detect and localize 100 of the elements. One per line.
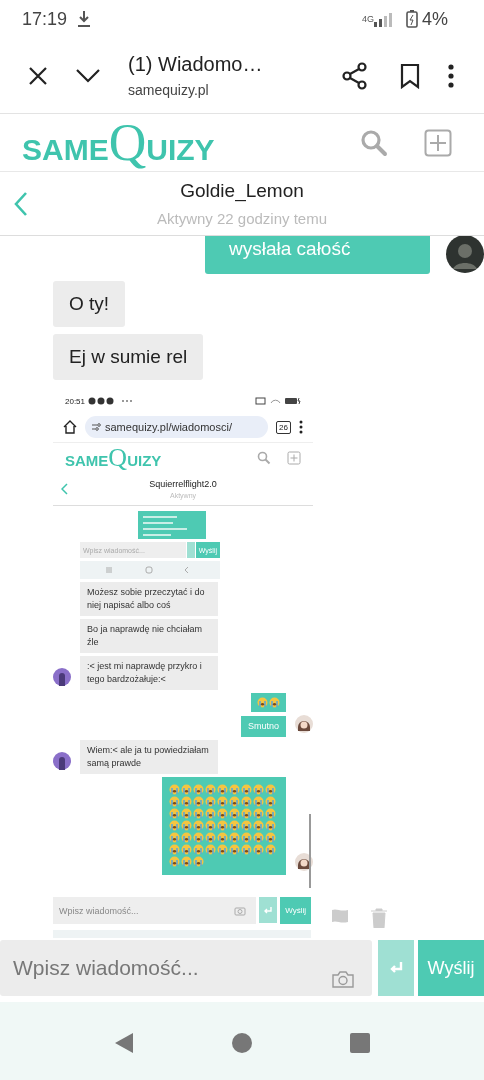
trash-icon[interactable] (370, 908, 388, 928)
crying-face-icon (229, 844, 240, 855)
crying-face-icon (205, 832, 216, 843)
more-icon (299, 420, 303, 434)
crying-face-icon (253, 784, 264, 795)
crying-face-icon (229, 820, 240, 831)
crying-face-icon (205, 808, 216, 819)
home-icon[interactable] (232, 1033, 252, 1053)
avatar-icon (53, 668, 71, 686)
crying-face-icon (241, 808, 252, 819)
camera-icon[interactable] (332, 970, 354, 988)
crying-face-icon (193, 856, 204, 867)
crying-face-icon (181, 856, 192, 867)
crying-face-icon (241, 784, 252, 795)
message-bubble: Smutno (240, 716, 286, 737)
crying-face-icon (229, 784, 240, 795)
back-icon[interactable] (14, 191, 28, 217)
crying-face-icon (193, 820, 204, 831)
message-field[interactable]: Wpisz wiadomość... (0, 940, 372, 996)
crying-face-icon (181, 820, 192, 831)
crying-face-icon (169, 796, 180, 807)
crying-face-icon (193, 796, 204, 807)
crying-face-icon (253, 796, 264, 807)
crying-face-icon (217, 808, 228, 819)
crying-face-icon (169, 844, 180, 855)
enter-icon (389, 962, 403, 974)
contact-name: Squierrelflight2.0 (149, 479, 217, 489)
message-bubble: Bo ja naprawdę nie chciałam źle (80, 619, 218, 653)
crying-face-icon (253, 844, 264, 855)
url-text: samequizy.pl/wiadomosci/ (105, 421, 232, 433)
chevron-down-icon[interactable] (76, 68, 100, 83)
message-bubble: O ty! (53, 281, 126, 327)
crying-face-icon (265, 808, 276, 819)
avatar-icon (446, 236, 484, 273)
crying-face-icon (169, 832, 180, 843)
search-icon (257, 451, 271, 465)
crying-face-icon (229, 832, 240, 843)
search-icon[interactable] (360, 128, 388, 157)
send-button[interactable]: Wyślij (418, 940, 484, 996)
crying-face-icon (217, 844, 228, 855)
status-time: 17:19 (22, 8, 68, 30)
crying-face-icon (253, 808, 264, 819)
crying-face-icon (257, 697, 268, 708)
enter-button[interactable] (378, 940, 414, 996)
crying-face-icon (265, 784, 276, 795)
crying-face-icon (193, 808, 204, 819)
site-settings-icon (91, 423, 101, 431)
message-bubble: Wiem:< ale ja tu powiedziałam samą prawde (80, 740, 218, 774)
camera-icon (234, 905, 247, 916)
crying-face-icon (205, 784, 216, 795)
crying-face-icon (181, 844, 192, 855)
crying-face-icon (205, 820, 216, 831)
crying-face-icon (229, 808, 240, 819)
crying-face-icon (241, 844, 252, 855)
more-icon (121, 399, 134, 403)
message-field: Wpisz wiadomość... (53, 897, 257, 924)
crying-face-icon (193, 832, 204, 843)
avatar-icon (295, 715, 313, 733)
recents-icon[interactable] (350, 1033, 370, 1053)
blurred-message-drawing (138, 511, 206, 539)
status-icons (255, 397, 301, 405)
add-icon[interactable] (424, 128, 452, 157)
crying-face-icon (181, 808, 192, 819)
back-icon[interactable] (114, 1032, 134, 1054)
download-icon (77, 10, 92, 28)
close-icon[interactable] (28, 65, 48, 86)
message-bubble: Możesz sobie przeczytać i do niej napisać albo coś (80, 582, 218, 616)
crying-face-icon (241, 796, 252, 807)
status-time: 20:51 (65, 396, 86, 406)
battery-level: 4% (422, 8, 448, 30)
crying-face-icon (241, 832, 252, 843)
enter-key-icon (259, 897, 278, 923)
crying-face-icon (193, 784, 204, 795)
network-label: 4G (361, 14, 374, 24)
crying-face-icon (269, 697, 280, 708)
crying-face-icon (169, 856, 180, 867)
crying-face-icon (241, 820, 252, 831)
message-bubble: :< jest mi naprawdę przykro i tego bardzożałuje:< (80, 656, 218, 690)
home-icon (63, 420, 77, 434)
site-logo[interactable]: SAMEQUIZY (22, 113, 215, 172)
crying-face-icon (265, 832, 276, 843)
crying-face-icon (169, 808, 180, 819)
crying-face-icon (193, 844, 204, 855)
share-icon[interactable] (342, 61, 368, 90)
tab-count: 26 (276, 420, 291, 434)
crying-face-icon (181, 784, 192, 795)
more-icon[interactable] (448, 63, 454, 88)
contact-status: Aktywny 22 godziny temu (156, 210, 328, 227)
crying-face-icon (181, 796, 192, 807)
crying-face-icon (265, 844, 276, 855)
crying-face-icon (217, 784, 228, 795)
add-icon (287, 451, 301, 465)
bookmark-icon[interactable] (400, 62, 420, 89)
site-logo: SAMEQUIZY (65, 443, 162, 473)
crying-face-icon (181, 832, 192, 843)
battery-icon (406, 10, 418, 28)
crying-face-icon (253, 832, 264, 843)
enter-key (186, 542, 195, 558)
crying-face-icon (253, 820, 264, 831)
crying-face-icon (265, 820, 276, 831)
